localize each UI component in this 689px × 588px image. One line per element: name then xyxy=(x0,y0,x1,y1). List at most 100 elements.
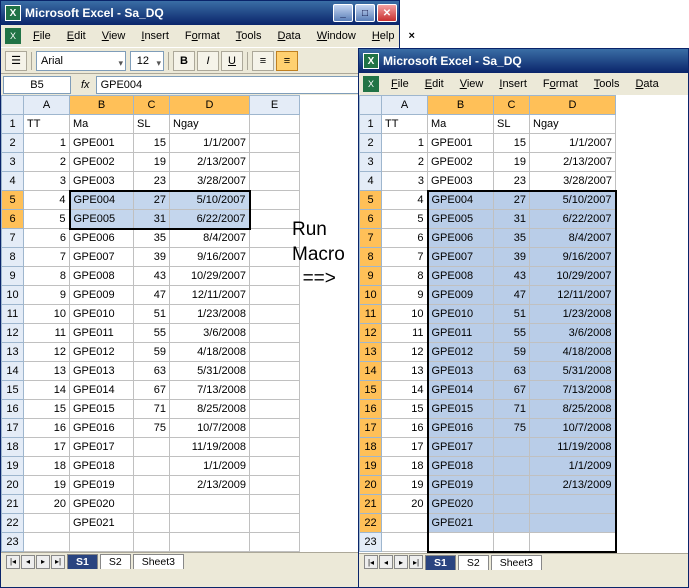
cell[interactable] xyxy=(530,495,616,514)
col-header-B[interactable]: B xyxy=(428,96,494,115)
menu-file[interactable]: File xyxy=(383,75,417,93)
row-header-9[interactable]: 9 xyxy=(360,267,382,286)
cell[interactable] xyxy=(170,533,250,552)
menu-tools[interactable]: Tools xyxy=(586,75,628,93)
cell[interactable]: 7/13/2008 xyxy=(170,381,250,400)
row-header-8[interactable]: 8 xyxy=(2,248,24,267)
row-header-3[interactable]: 3 xyxy=(360,153,382,172)
cell[interactable] xyxy=(250,172,300,191)
cell[interactable]: GPE018 xyxy=(428,457,494,476)
cell[interactable]: 6 xyxy=(382,229,428,248)
italic-button[interactable]: I xyxy=(197,51,219,71)
font-selector[interactable]: Arial xyxy=(36,51,126,71)
select-all-corner[interactable] xyxy=(360,96,382,115)
cell[interactable]: GPE018 xyxy=(70,457,134,476)
tab-nav-last[interactable]: ▸| xyxy=(51,555,65,569)
select-all-corner[interactable] xyxy=(2,96,24,115)
row-header-1[interactable]: 1 xyxy=(2,115,24,134)
cell[interactable]: TT xyxy=(24,115,70,134)
cell[interactable]: 14 xyxy=(382,381,428,400)
cell[interactable]: GPE012 xyxy=(428,343,494,362)
menu-edit[interactable]: Edit xyxy=(59,27,94,45)
cell[interactable]: GPE015 xyxy=(428,400,494,419)
cell[interactable]: Ngay xyxy=(530,115,616,134)
cell[interactable] xyxy=(250,419,300,438)
cell[interactable]: 10/29/2007 xyxy=(170,267,250,286)
cell[interactable]: 19 xyxy=(382,476,428,495)
cell[interactable] xyxy=(134,476,170,495)
cell[interactable]: 67 xyxy=(494,381,530,400)
cell[interactable] xyxy=(428,533,494,552)
cell[interactable]: GPE010 xyxy=(70,305,134,324)
cell[interactable]: 11/19/2008 xyxy=(530,438,616,457)
cell[interactable] xyxy=(250,400,300,419)
cell[interactable]: 10/7/2008 xyxy=(170,419,250,438)
cell[interactable]: 43 xyxy=(134,267,170,286)
worksheet[interactable]: ABCD1TTMaSLNgay21GPE001151/1/200732GPE00… xyxy=(359,95,688,553)
cell[interactable]: GPE012 xyxy=(70,343,134,362)
col-header-B[interactable]: B xyxy=(70,96,134,115)
cell[interactable]: 8/25/2008 xyxy=(170,400,250,419)
cell[interactable]: 1/1/2007 xyxy=(530,134,616,153)
cell[interactable] xyxy=(250,381,300,400)
cell[interactable]: 15 xyxy=(134,134,170,153)
cell[interactable]: 1/1/2009 xyxy=(530,457,616,476)
cell[interactable] xyxy=(134,533,170,552)
cell[interactable]: GPE011 xyxy=(70,324,134,343)
row-header-1[interactable]: 1 xyxy=(360,115,382,134)
cell[interactable]: 9 xyxy=(382,286,428,305)
cell[interactable]: 51 xyxy=(494,305,530,324)
cell[interactable]: 17 xyxy=(24,438,70,457)
row-header-11[interactable]: 11 xyxy=(360,305,382,324)
cell[interactable]: 67 xyxy=(134,381,170,400)
cell[interactable]: 9 xyxy=(24,286,70,305)
cell[interactable]: 19 xyxy=(494,153,530,172)
col-header-E[interactable]: E xyxy=(250,96,300,115)
cell[interactable]: 39 xyxy=(134,248,170,267)
cell[interactable]: 63 xyxy=(494,362,530,381)
cell[interactable]: 10 xyxy=(24,305,70,324)
cell[interactable] xyxy=(382,533,428,552)
cell[interactable]: 71 xyxy=(494,400,530,419)
cell[interactable]: 10 xyxy=(382,305,428,324)
cell[interactable]: 4 xyxy=(24,191,70,210)
cell[interactable]: 17 xyxy=(382,438,428,457)
cell[interactable]: GPE017 xyxy=(70,438,134,457)
minimize-button[interactable]: _ xyxy=(333,4,353,22)
cell[interactable]: 5 xyxy=(382,210,428,229)
cell[interactable] xyxy=(170,514,250,533)
cell[interactable] xyxy=(250,457,300,476)
cell[interactable]: GPE014 xyxy=(428,381,494,400)
cell[interactable] xyxy=(250,191,300,210)
cell[interactable]: 3 xyxy=(24,172,70,191)
cell[interactable] xyxy=(494,457,530,476)
cell[interactable]: 14 xyxy=(24,381,70,400)
cell[interactable]: 12 xyxy=(24,343,70,362)
cell[interactable] xyxy=(250,324,300,343)
fx-icon[interactable]: fx xyxy=(75,79,96,91)
cell[interactable] xyxy=(250,362,300,381)
cell[interactable]: 11/19/2008 xyxy=(170,438,250,457)
menu-window[interactable]: Window xyxy=(309,27,364,45)
cell[interactable]: 3/6/2008 xyxy=(170,324,250,343)
cell[interactable] xyxy=(250,153,300,172)
row-header-12[interactable]: 12 xyxy=(2,324,24,343)
cell[interactable]: 47 xyxy=(134,286,170,305)
cell[interactable] xyxy=(134,457,170,476)
cell[interactable]: 8/25/2008 xyxy=(530,400,616,419)
cell[interactable] xyxy=(170,495,250,514)
row-header-23[interactable]: 23 xyxy=(2,533,24,552)
cell[interactable] xyxy=(250,134,300,153)
row-header-12[interactable]: 12 xyxy=(360,324,382,343)
cell[interactable] xyxy=(250,438,300,457)
menu-data[interactable]: Data xyxy=(269,27,308,45)
cell[interactable]: 11 xyxy=(382,324,428,343)
row-header-5[interactable]: 5 xyxy=(360,191,382,210)
row-header-10[interactable]: 10 xyxy=(2,286,24,305)
cell[interactable]: 55 xyxy=(134,324,170,343)
row-header-2[interactable]: 2 xyxy=(2,134,24,153)
cell[interactable]: 16 xyxy=(24,419,70,438)
cell[interactable]: 23 xyxy=(134,172,170,191)
col-header-C[interactable]: C xyxy=(134,96,170,115)
cell[interactable]: GPE016 xyxy=(428,419,494,438)
